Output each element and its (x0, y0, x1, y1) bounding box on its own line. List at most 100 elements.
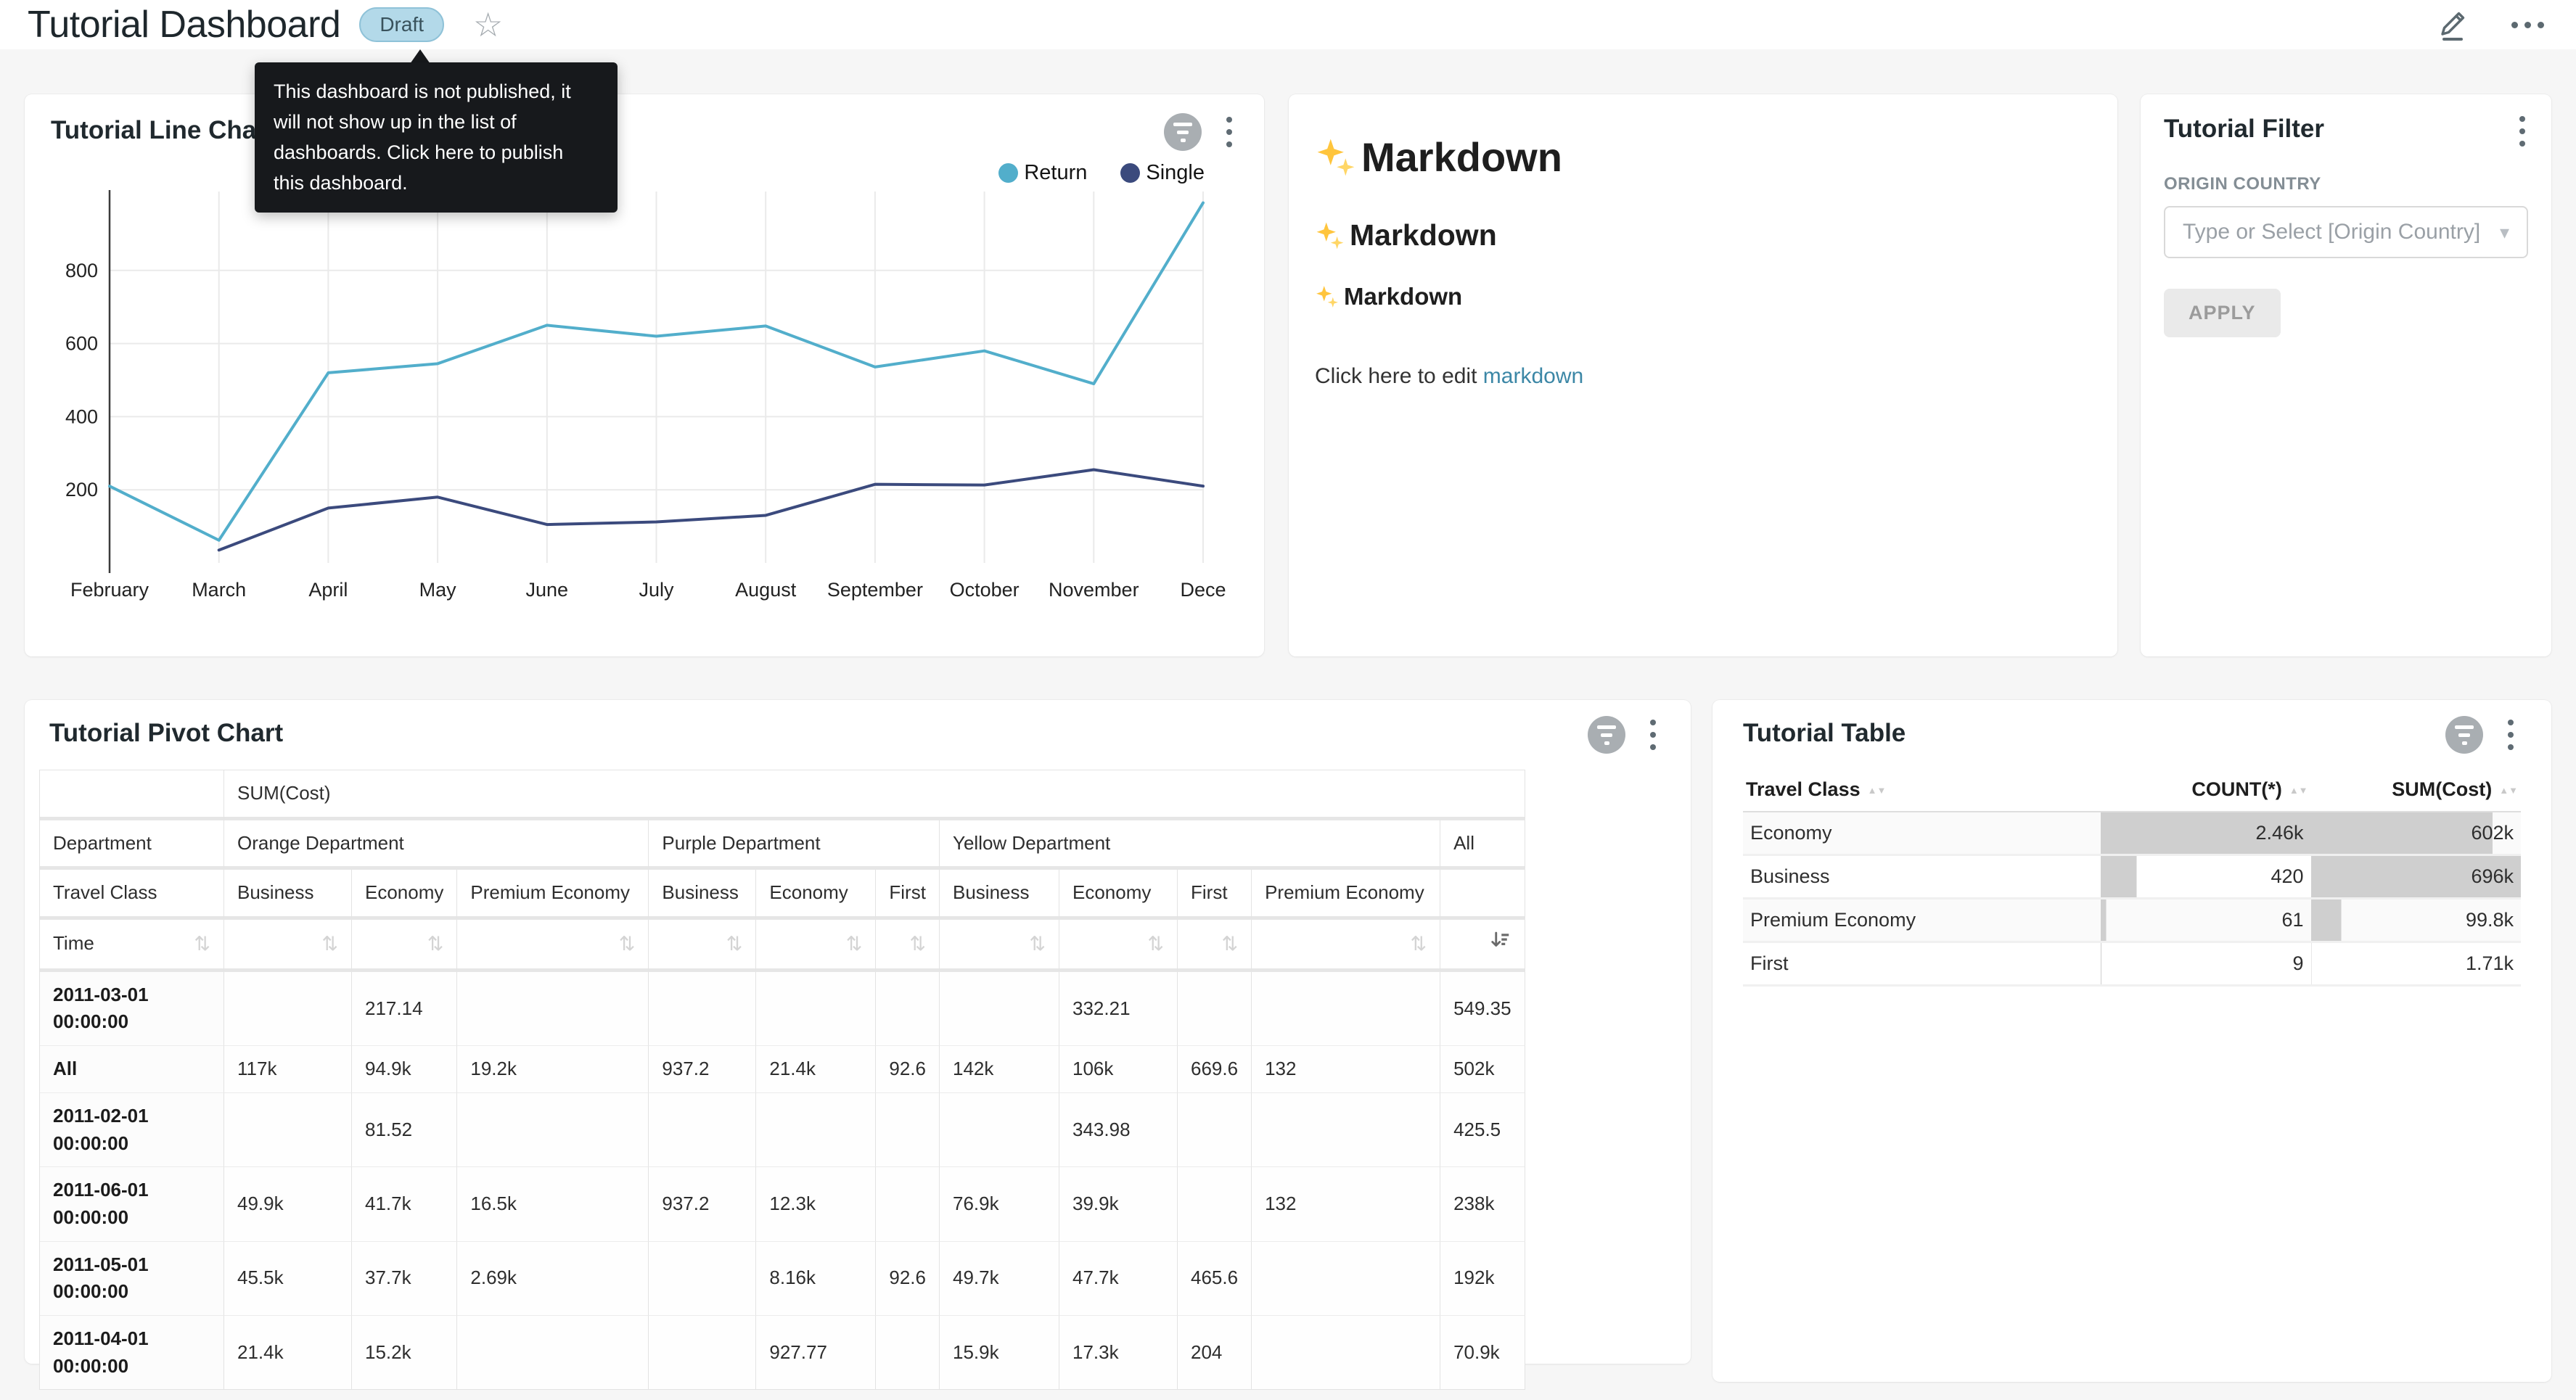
pivot-value-cell (457, 1093, 649, 1167)
pivot-sort-cell: ⇅ (876, 920, 940, 972)
sparkles-icon (1315, 136, 1357, 178)
pivot-value-cell: 204 (1178, 1316, 1252, 1390)
legend-item-single[interactable]: Single (1120, 161, 1205, 185)
pivot-sort-cell: ⇅ (457, 920, 649, 972)
svg-text:February: February (70, 579, 149, 601)
sort-carets-icon: ▲▼ (2499, 787, 2518, 794)
sort-desc-active-icon[interactable] (1490, 929, 1511, 959)
pivot-time-label: Time⇅ (40, 920, 224, 972)
origin-country-label: ORIGIN COUNTRY (2164, 174, 2528, 194)
count-cell: 9 (2101, 942, 2310, 986)
sort-icon[interactable]: ⇅ (846, 930, 863, 958)
svg-text:November: November (1049, 579, 1139, 601)
legend-dot (998, 163, 1018, 183)
sort-icon[interactable]: ⇅ (1410, 930, 1427, 958)
draft-badge[interactable]: Draft (359, 7, 444, 42)
sparkles-icon (1315, 284, 1340, 309)
pivot-value-cell (649, 1093, 756, 1167)
svg-text:August: August (735, 579, 797, 601)
line-chart-title: Tutorial Line Chart (51, 116, 1238, 145)
header-more-menu-icon[interactable] (2507, 17, 2548, 33)
count-cell: 61 (2101, 899, 2310, 942)
pivot-value-cell: 106k (1059, 1046, 1178, 1093)
pivot-value-cell: 17.3k (1059, 1316, 1178, 1390)
pivot-row-label: All (40, 1046, 224, 1093)
pivot-row: All117k94.9k19.2k937.221.4k92.6142k106k6… (40, 1046, 1525, 1093)
sort-carets-icon: ▲▼ (2289, 787, 2308, 794)
pivot-group-header: Yellow Department (940, 820, 1440, 870)
svg-text:May: May (419, 579, 457, 601)
edit-dashboard-icon[interactable] (2437, 7, 2469, 42)
column-header-sum-cost[interactable]: SUM(Cost)▲▼ (2311, 768, 2521, 812)
markdown-card: Markdown Markdown Markdown Click here to… (1289, 94, 2117, 656)
svg-text:400: 400 (65, 405, 98, 427)
filter-card-kebab-icon[interactable] (2514, 113, 2531, 149)
table-row: Premium Economy6199.8k (1743, 899, 2521, 942)
pivot-value-cell: 332.21 (1059, 972, 1178, 1046)
sort-icon[interactable]: ⇅ (427, 930, 444, 958)
column-header-travel-class[interactable]: Travel Class▲▼ (1743, 768, 2101, 812)
line-chart-kebab-icon[interactable] (1221, 114, 1238, 150)
sort-icon[interactable]: ⇅ (194, 930, 210, 958)
pivot-value-cell (1178, 1093, 1252, 1167)
pivot-row: 2011-02-01 00:00:0081.52343.98425.5 (40, 1093, 1525, 1167)
legend-item-return[interactable]: Return (998, 161, 1087, 185)
svg-text:July: July (639, 579, 674, 601)
pivot-value-cell: 15.2k (352, 1316, 457, 1390)
pivot-sort-cell: ⇅ (1252, 920, 1440, 972)
pivot-class-header: Business (649, 870, 756, 920)
sort-icon[interactable]: ⇅ (1029, 930, 1046, 958)
table-card-title: Tutorial Table (1743, 719, 2521, 748)
pivot-sort-cell: ⇅ (352, 920, 457, 972)
sum-cost-cell: 1.71k (2311, 942, 2521, 986)
svg-text:600: 600 (65, 333, 98, 355)
pivot-chart-kebab-icon[interactable] (1644, 717, 1662, 753)
pivot-value-cell: 47.7k (1059, 1242, 1178, 1316)
origin-country-select[interactable]: Type or Select [Origin Country] ▾ (2164, 206, 2528, 258)
apply-button[interactable]: APPLY (2164, 289, 2281, 337)
markdown-edit-link[interactable]: markdown (1483, 364, 1583, 388)
pivot-class-header: Premium Economy (1252, 870, 1440, 920)
pivot-class-header: Business (940, 870, 1059, 920)
sort-carets-icon: ▲▼ (1868, 787, 1887, 794)
pivot-value-cell (224, 972, 352, 1046)
filter-indicator-icon[interactable] (2445, 716, 2483, 754)
filter-card: Tutorial Filter ORIGIN COUNTRY Type or S… (2141, 94, 2551, 656)
sort-icon[interactable]: ⇅ (321, 930, 338, 958)
pivot-value-cell: 92.6 (876, 1242, 940, 1316)
favorite-star-icon[interactable]: ☆ (473, 8, 503, 41)
pivot-class-header: First (1178, 870, 1252, 920)
travel-class-cell: Business (1743, 855, 2101, 899)
line-chart-plot[interactable]: 200400600800FebruaryMarchAprilMayJuneJul… (33, 190, 1238, 634)
sort-icon[interactable]: ⇅ (909, 930, 926, 958)
pivot-value-cell (224, 1093, 352, 1167)
sort-icon[interactable]: ⇅ (1147, 930, 1164, 958)
pivot-row-label: 2011-02-01 00:00:00 (40, 1093, 224, 1167)
column-header-count[interactable]: COUNT(*)▲▼ (2101, 768, 2310, 812)
sort-icon[interactable]: ⇅ (1221, 930, 1238, 958)
pivot-class-header: Economy (1059, 870, 1178, 920)
pivot-table: SUM(Cost)DepartmentOrange DepartmentPurp… (39, 770, 1525, 1390)
pivot-value-cell: 192k (1440, 1242, 1525, 1316)
tooltip-arrow (410, 49, 430, 64)
table-card-kebab-icon[interactable] (2502, 717, 2519, 753)
sort-icon[interactable]: ⇅ (726, 930, 743, 958)
pivot-sort-cell: ⇅ (224, 920, 352, 972)
pivot-value-cell: 92.6 (876, 1046, 940, 1093)
pivot-value-cell: 937.2 (649, 1167, 756, 1241)
pivot-value-cell (649, 972, 756, 1046)
sort-icon[interactable]: ⇅ (619, 930, 636, 958)
pivot-value-cell (756, 1093, 876, 1167)
filter-indicator-icon[interactable] (1164, 113, 1202, 151)
svg-text:March: March (192, 579, 246, 601)
pivot-group-header: All (1440, 820, 1525, 870)
pivot-value-cell: 16.5k (457, 1167, 649, 1241)
chart-legend: Return Single (998, 161, 1205, 185)
pivot-sort-cell: ⇅ (649, 920, 756, 972)
travel-class-cell: Premium Economy (1743, 899, 2101, 942)
pivot-value-cell (1178, 1167, 1252, 1241)
filter-indicator-icon[interactable] (1588, 716, 1625, 754)
travel-class-cell: Economy (1743, 812, 2101, 855)
pivot-value-cell (756, 972, 876, 1046)
pivot-sort-cell (1440, 920, 1525, 972)
